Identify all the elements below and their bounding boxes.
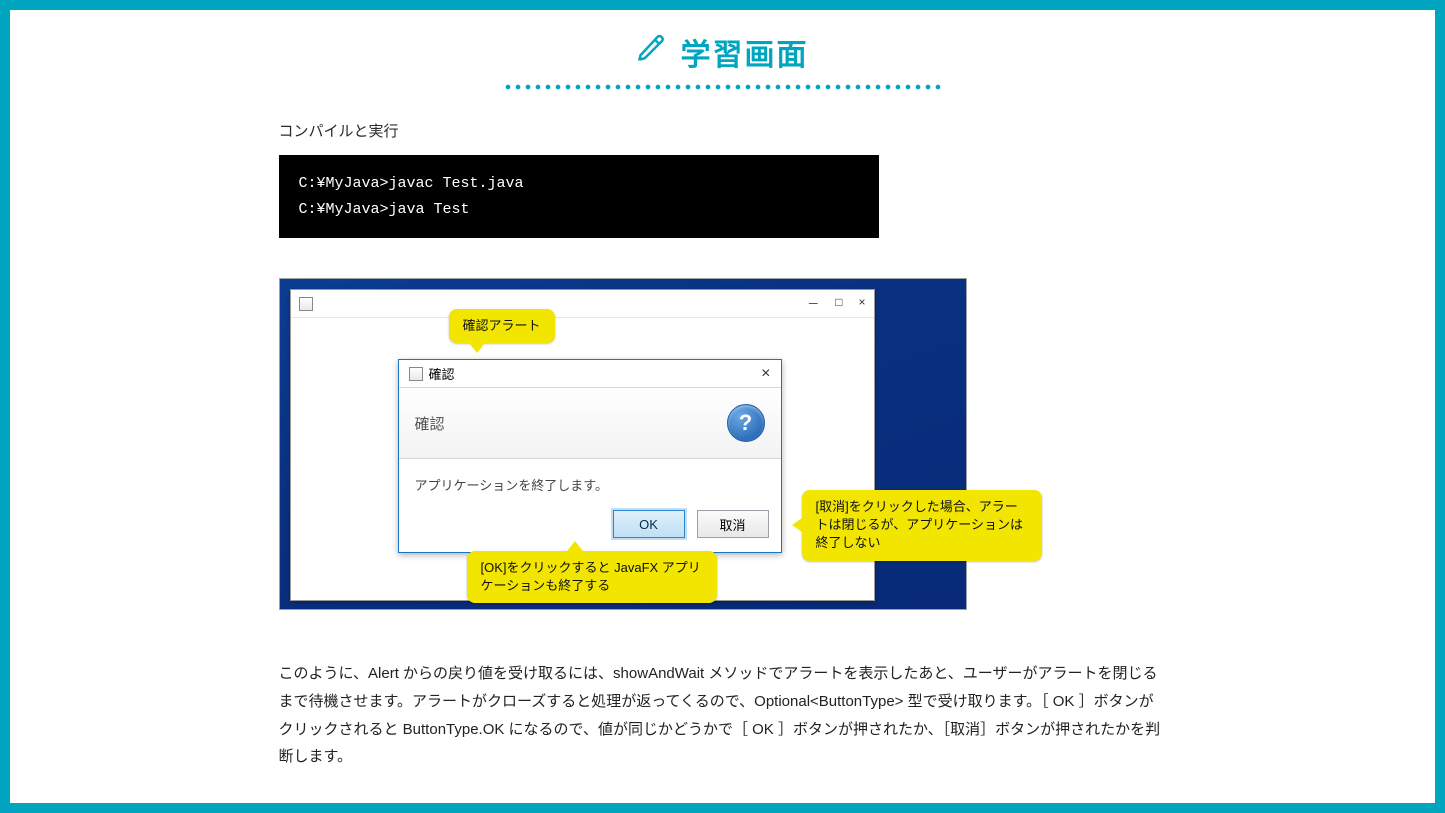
confirm-dialog: 確認 × 確認 ? アプリケーションを終了します。 OK 取消	[398, 359, 782, 553]
window-chrome-buttons: － □ ×	[807, 295, 865, 312]
outer-window-titlebar: － □ ×	[291, 290, 874, 318]
section-label: コンパイルと実行	[279, 120, 1167, 141]
callout-confirm-alert: 確認アラート	[449, 309, 555, 343]
ok-button[interactable]: OK	[613, 510, 685, 538]
callout-cancel-no-exit: [取消]をクリックした場合、アラートは閉じるが、アプリケーションは終了しない	[802, 490, 1042, 561]
screenshot-figure: － □ × 確認 × 確認 ?	[279, 278, 967, 610]
callout-ok-exits: [OK]をクリックすると JavaFX アプリケーションも終了する	[467, 551, 717, 603]
question-icon: ?	[727, 404, 765, 442]
console-block: C:¥MyJava>javac Test.java C:¥MyJava>java…	[279, 155, 879, 238]
dialog-close-button[interactable]: ×	[761, 365, 770, 383]
content-column: コンパイルと実行 C:¥MyJava>javac Test.java C:¥My…	[279, 120, 1167, 771]
header-dots	[503, 82, 943, 92]
dialog-button-row: OK 取消	[399, 502, 781, 552]
explanation-paragraph: このように、Alert からの戻り値を受け取るには、showAndWait メソ…	[279, 660, 1167, 771]
minimize-button[interactable]: －	[807, 295, 819, 312]
dialog-title: 確認	[429, 364, 455, 383]
dialog-window-icon	[409, 367, 423, 381]
page-title: 学習画面	[681, 30, 809, 74]
page-frame: 学習画面 コンパイルと実行 C:¥MyJava>javac Test.java …	[0, 0, 1445, 813]
pencil-icon	[637, 33, 667, 71]
dialog-body: アプリケーションを終了します。	[399, 459, 781, 502]
question-glyph: ?	[739, 410, 752, 436]
dialog-header-text: 確認	[415, 413, 445, 434]
window-icon	[299, 297, 313, 311]
dialog-titlebar: 確認 ×	[399, 360, 781, 388]
dialog-header: 確認 ?	[399, 388, 781, 459]
console-line: C:¥MyJava>javac Test.java	[299, 171, 859, 197]
cancel-button[interactable]: 取消	[697, 510, 769, 538]
close-button[interactable]: ×	[858, 295, 865, 312]
page-header: 学習画面	[10, 30, 1435, 92]
console-line: C:¥MyJava>java Test	[299, 197, 859, 223]
maximize-button[interactable]: □	[835, 295, 842, 312]
page-title-row: 学習画面	[637, 30, 809, 74]
